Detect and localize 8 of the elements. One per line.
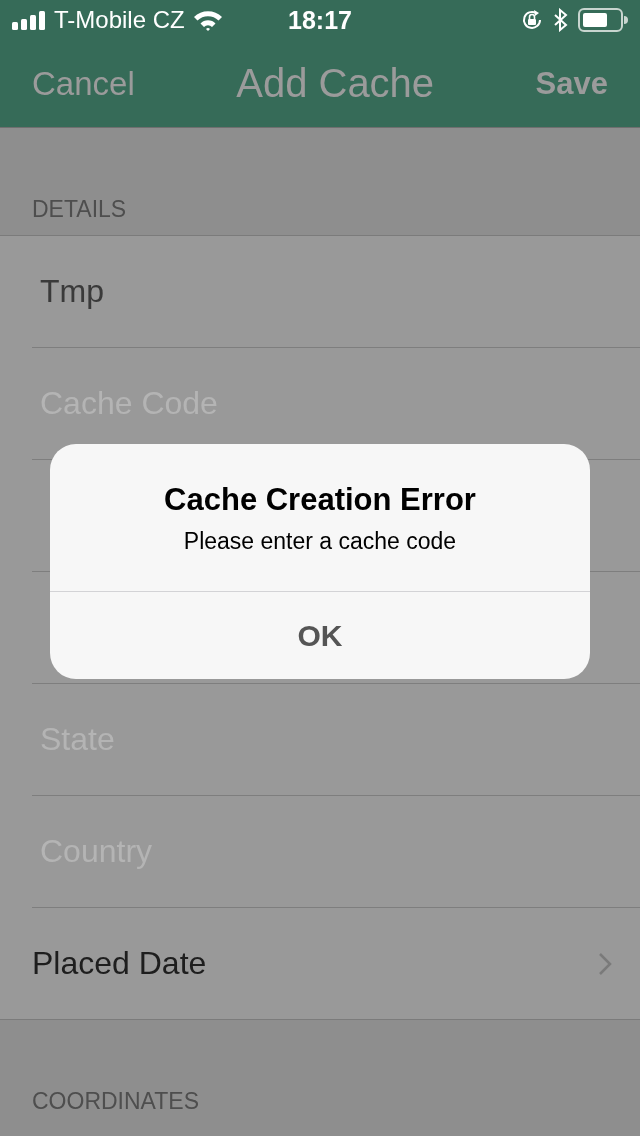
screen-title: Add Cache	[236, 61, 435, 106]
section-header: COORDINATES	[31, 1087, 200, 1116]
alert-message: Please enter a cache code	[183, 528, 457, 555]
item-label: Placed Date	[32, 945, 207, 982]
clock-time: 18:17	[287, 5, 353, 35]
section-header: DETAILS	[31, 195, 128, 224]
alert-title: Cache Creation Error	[164, 482, 476, 518]
carrier-name: T-Mobile CZ	[54, 6, 185, 34]
